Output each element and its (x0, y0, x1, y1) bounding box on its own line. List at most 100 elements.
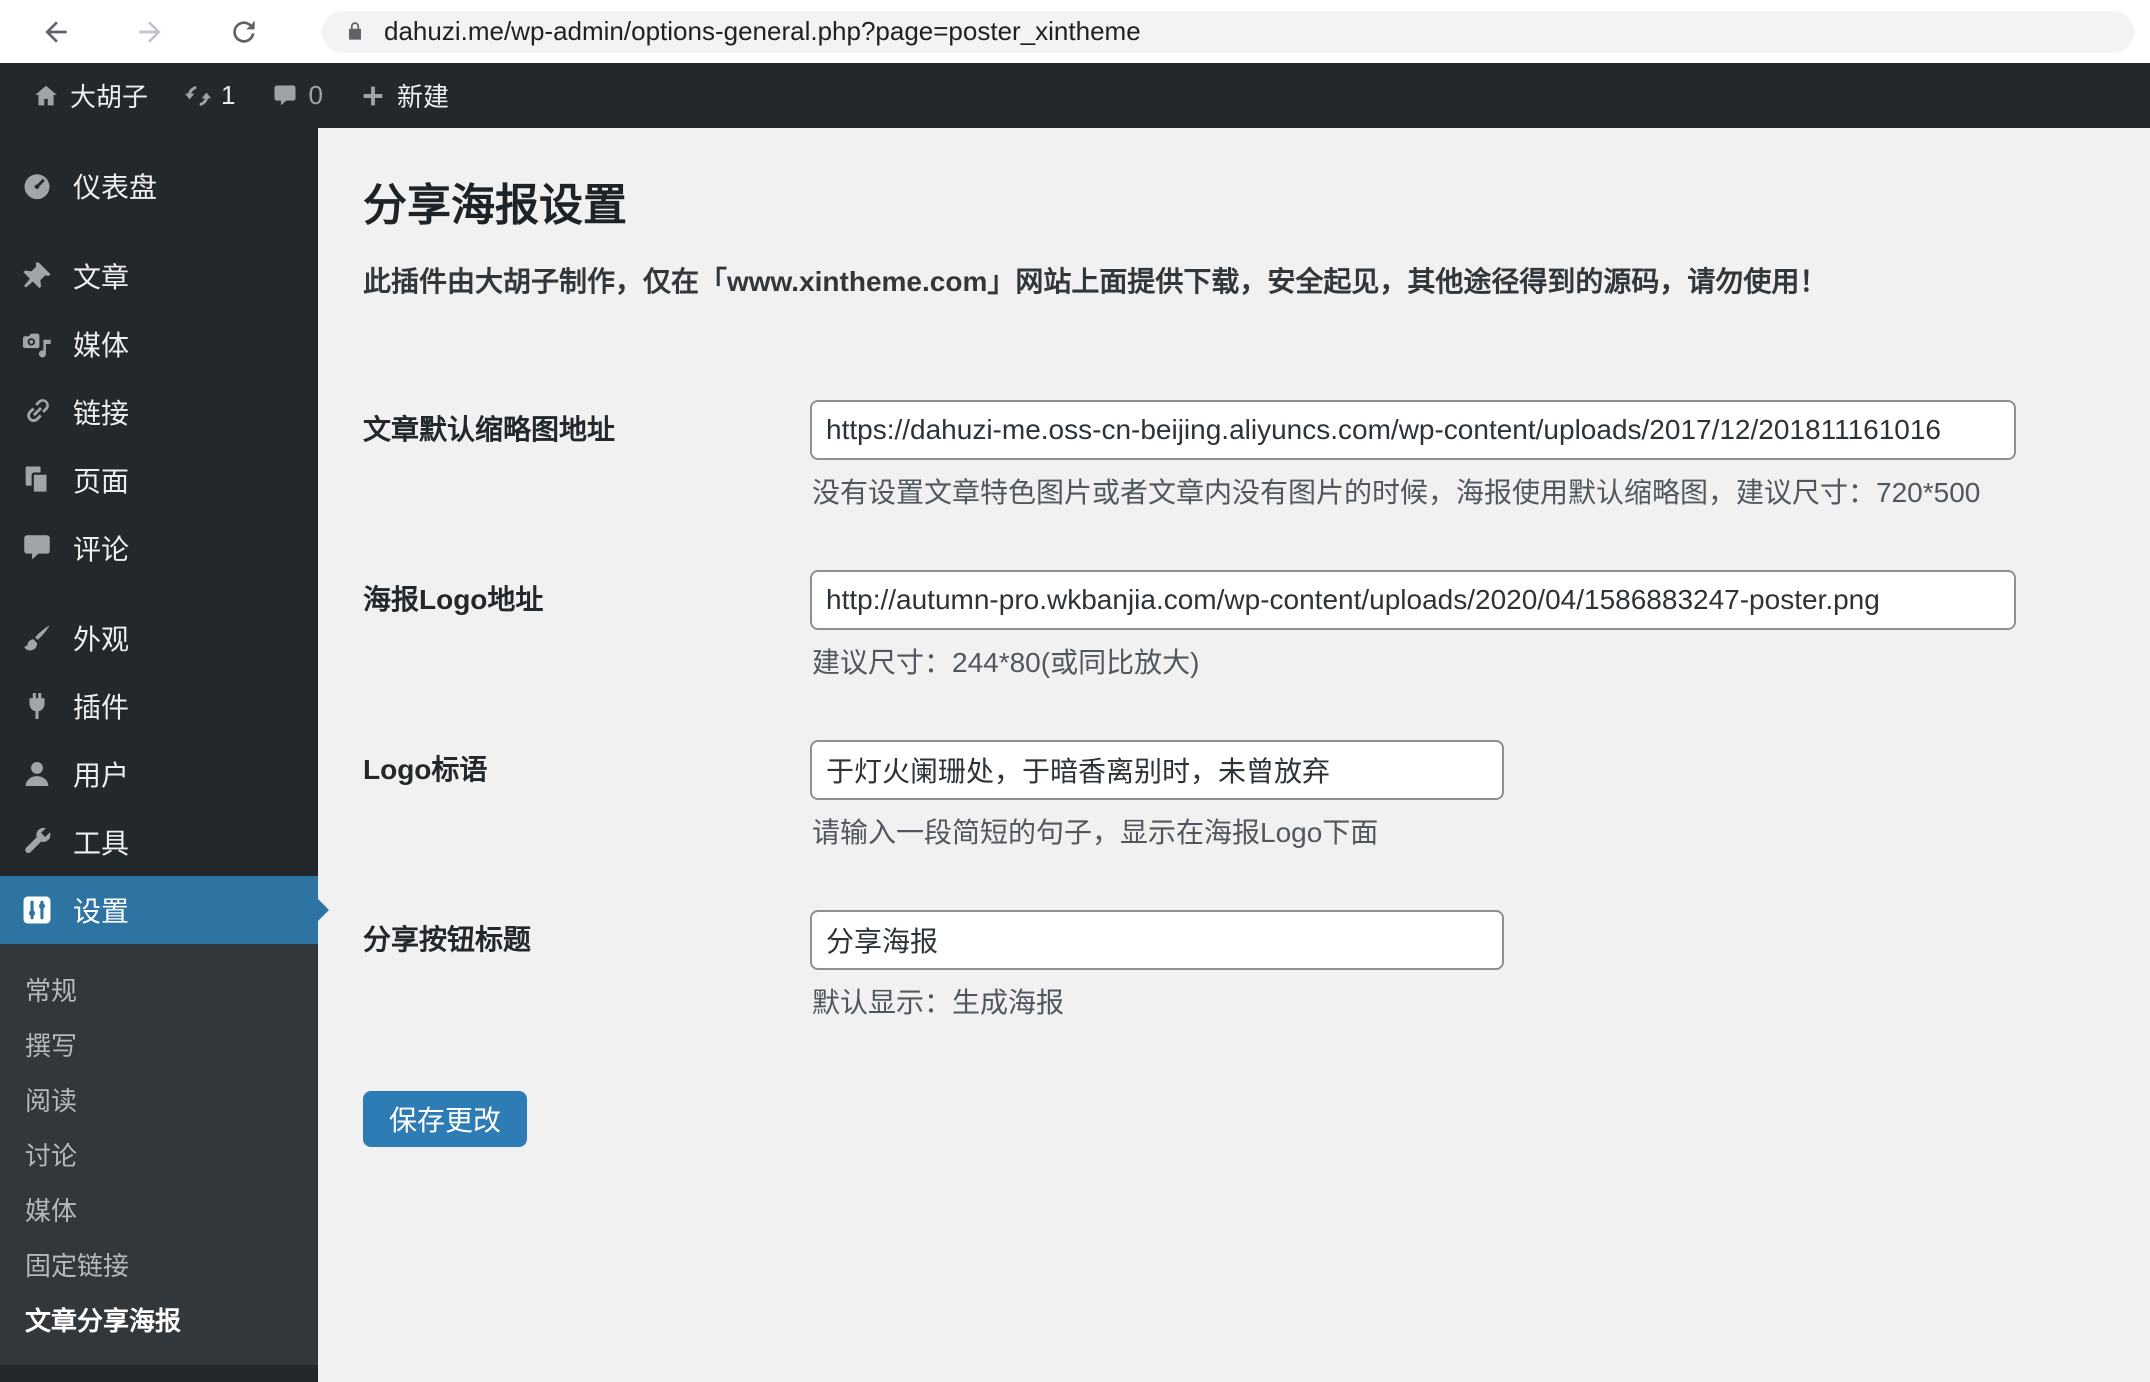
submenu-label: 撰写 (25, 1031, 78, 1061)
admin-menu: 仪表盘 文章 媒体 链接 页面 评论 外观 插件 用户 工具 设置 常规 撰写 … (0, 128, 318, 1365)
sidebar-item-label: 用户 (73, 760, 130, 791)
wp-admin-bar: 大胡子 1 0 新建 (0, 63, 2150, 128)
wrench-icon (20, 825, 54, 859)
sidebar-item-label: 设置 (73, 896, 130, 927)
form-row-default-thumbnail: 文章默认缩略图地址 没有设置文章特色图片或者文章内没有图片的时候，海报使用默认缩… (363, 400, 2110, 508)
sidebar-item-label: 工具 (73, 828, 130, 859)
submenu-label: 文章分享海报 (25, 1306, 182, 1336)
poster-settings-form: 文章默认缩略图地址 没有设置文章特色图片或者文章内没有图片的时候，海报使用默认缩… (363, 400, 2110, 1147)
share-button-title-input[interactable] (810, 910, 1504, 970)
sidebar-item-dashboard[interactable]: 仪表盘 (0, 152, 318, 220)
settings-sliders-icon (20, 893, 54, 927)
browser-toolbar: dahuzi.me/wp-admin/options-general.php?p… (0, 0, 2150, 63)
back-arrow-icon (45, 20, 67, 43)
admin-bar-new[interactable]: 新建 (341, 63, 467, 128)
update-count: 1 (221, 80, 236, 110)
address-bar[interactable]: dahuzi.me/wp-admin/options-general.php?p… (322, 10, 2134, 53)
sidebar-item-label: 插件 (73, 692, 130, 723)
field-group: 请输入一段简短的句子，显示在海报Logo下面 (810, 740, 1504, 848)
submenu-label: 媒体 (25, 1196, 78, 1226)
plug-icon (20, 689, 54, 723)
comment-icon (271, 82, 299, 110)
submenu-item-discussion[interactable]: 讨论 (0, 1127, 318, 1182)
field-label: 文章默认缩略图地址 (363, 414, 616, 445)
sidebar-item-plugins[interactable]: 插件 (0, 672, 318, 740)
sidebar-item-tools[interactable]: 工具 (0, 808, 318, 876)
submenu-label: 阅读 (25, 1086, 78, 1116)
field-help: 默认显示：生成海报 (812, 987, 1065, 1018)
field-group: 没有设置文章特色图片或者文章内没有图片的时候，海报使用默认缩略图，建议尺寸：72… (810, 400, 2016, 508)
field-group: 默认显示：生成海报 (810, 910, 1504, 1018)
refresh-icon (233, 20, 255, 43)
form-row-poster-logo: 海报Logo地址 建议尺寸：244*80(或同比放大) (363, 570, 2110, 678)
logo-slogan-input[interactable] (810, 740, 1504, 800)
browser-refresh-button[interactable] (228, 16, 260, 48)
admin-bar-updates[interactable]: 1 (166, 63, 253, 128)
site-name: 大胡子 (70, 82, 149, 112)
sidebar-item-label: 仪表盘 (73, 172, 158, 203)
forward-arrow-icon (139, 20, 161, 43)
sidebar-item-settings[interactable]: 设置 (0, 876, 318, 944)
admin-bar-comments[interactable]: 0 (253, 63, 340, 128)
browser-forward-button[interactable] (134, 16, 166, 48)
sidebar-item-users[interactable]: 用户 (0, 740, 318, 808)
home-icon (32, 82, 60, 110)
form-row-logo-slogan: Logo标语 请输入一段简短的句子，显示在海报Logo下面 (363, 740, 2110, 848)
field-group: 建议尺寸：244*80(或同比放大) (810, 570, 2016, 678)
browser-back-button[interactable] (40, 16, 72, 48)
submenu-item-general[interactable]: 常规 (0, 962, 318, 1017)
pages-icon (20, 463, 54, 497)
screen: dahuzi.me/wp-admin/options-general.php?p… (0, 0, 2150, 1382)
submenu-item-reading[interactable]: 阅读 (0, 1072, 318, 1127)
admin-bar-site[interactable]: 大胡子 (14, 63, 166, 128)
sidebar-filler (0, 1365, 318, 1382)
poster-logo-url-input[interactable] (810, 570, 2016, 630)
plus-icon (359, 82, 387, 110)
sidebar-item-pages[interactable]: 页面 (0, 446, 318, 514)
dashboard-gauge-icon (20, 169, 54, 203)
updates-icon (184, 82, 212, 110)
save-changes-button[interactable]: 保存更改 (363, 1091, 528, 1147)
sidebar-item-links[interactable]: 链接 (0, 378, 318, 446)
field-help: 建议尺寸：244*80(或同比放大) (812, 647, 1200, 678)
speech-bubble-icon (20, 531, 54, 565)
sidebar-item-comments[interactable]: 评论 (0, 514, 318, 582)
page-title: 分享海报设置 (363, 181, 627, 230)
submenu-label: 讨论 (25, 1141, 78, 1171)
field-label: 分享按钮标题 (363, 924, 532, 955)
submenu-label: 常规 (25, 976, 78, 1006)
sidebar-item-posts[interactable]: 文章 (0, 242, 318, 310)
new-label: 新建 (396, 82, 449, 112)
brush-icon (20, 621, 54, 655)
sidebar-item-label: 文章 (73, 262, 130, 293)
url-text: dahuzi.me/wp-admin/options-general.php?p… (384, 16, 1141, 46)
sidebar-item-label: 链接 (73, 398, 130, 429)
camera-media-icon (20, 327, 54, 361)
field-label: Logo标语 (363, 754, 488, 785)
default-thumbnail-url-input[interactable] (810, 400, 2016, 460)
person-icon (20, 757, 54, 791)
submenu-label: 固定链接 (25, 1251, 130, 1281)
submenu-item-permalinks[interactable]: 固定链接 (0, 1237, 318, 1292)
field-label: 海报Logo地址 (363, 584, 544, 615)
field-help: 没有设置文章特色图片或者文章内没有图片的时候，海报使用默认缩略图，建议尺寸：72… (812, 477, 1981, 508)
layout: 仪表盘 文章 媒体 链接 页面 评论 外观 插件 用户 工具 设置 常规 撰写 … (0, 128, 2150, 1382)
sidebar-item-label: 页面 (73, 466, 130, 497)
sidebar-item-label: 评论 (73, 534, 130, 565)
menu-separator (0, 582, 318, 604)
menu-separator (0, 220, 318, 242)
submenu-item-share-poster[interactable]: 文章分享海报 (0, 1292, 318, 1347)
lock-icon[interactable] (342, 19, 368, 45)
field-help: 请输入一段简短的句子，显示在海报Logo下面 (812, 817, 1379, 848)
sidebar-item-media[interactable]: 媒体 (0, 310, 318, 378)
plugin-notice: 此插件由大胡子制作，仅在「www.xintheme.com」网站上面提供下载，安… (363, 266, 1828, 297)
submenu-item-writing[interactable]: 撰写 (0, 1017, 318, 1072)
admin-sidebar: 仪表盘 文章 媒体 链接 页面 评论 外观 插件 用户 工具 设置 常规 撰写 … (0, 128, 318, 1382)
chain-link-icon (20, 395, 54, 429)
submenu-item-media[interactable]: 媒体 (0, 1182, 318, 1237)
sidebar-item-label: 媒体 (73, 330, 130, 361)
sidebar-item-label: 外观 (73, 624, 130, 655)
comment-count: 0 (308, 80, 323, 110)
pushpin-icon (20, 259, 54, 293)
sidebar-item-appearance[interactable]: 外观 (0, 604, 318, 672)
